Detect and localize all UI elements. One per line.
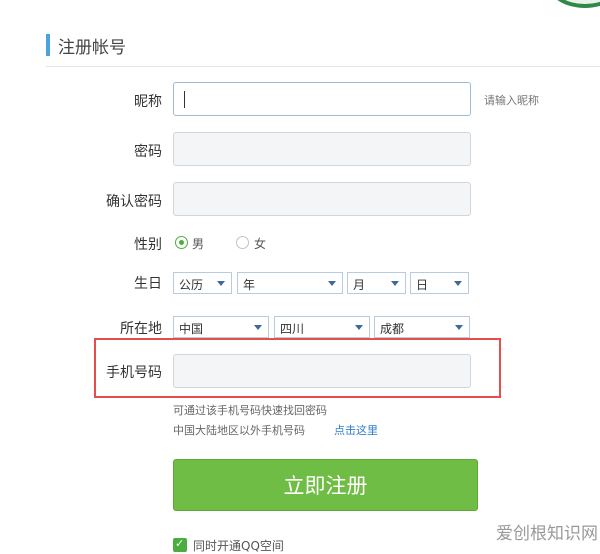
country-value: 中国 [179,322,204,336]
chevron-down-icon [217,281,225,286]
chevron-down-icon [355,325,363,330]
city-value: 成都 [380,322,405,336]
gender-label: 性别 [134,237,162,253]
day-value: 日 [416,278,429,292]
year-value: 年 [243,278,256,292]
chevron-down-icon [254,325,262,330]
country-select[interactable]: 中国 [173,316,269,338]
phone-foreign-text: 中国大陆地区以外手机号码 [173,424,305,437]
register-button[interactable]: 立即注册 [173,459,478,511]
chevron-down-icon [455,325,463,330]
province-value: 四川 [280,322,305,336]
year-select[interactable]: 年 [237,272,343,294]
gender-male-label: 男 [192,237,205,251]
foreign-phone-link[interactable]: 点击这里 [334,422,378,438]
logo-icon [548,0,600,8]
password-label: 密码 [134,144,162,160]
gender-male-radio[interactable] [175,236,188,249]
location-label: 所在地 [120,321,162,337]
qq-space-checkbox[interactable] [173,537,187,552]
month-select[interactable]: 月 [347,272,406,294]
nickname-input[interactable] [173,82,471,116]
watermark-text: 爱创根知识网 [496,524,598,544]
text-caret [184,91,185,108]
city-select[interactable]: 成都 [374,316,470,338]
gender-female-radio[interactable] [236,236,249,249]
calendar-type-value: 公历 [179,278,204,292]
confirm-password-label: 确认密码 [106,194,162,210]
gender-female-label: 女 [254,237,267,251]
page-title: 注册帐号 [58,38,126,58]
phone-help-text: 可通过该手机号码快速找回密码 [173,404,327,417]
title-accent-bar [46,34,50,56]
nickname-hint: 请输入昵称 [484,94,539,107]
phone-input[interactable] [173,354,471,388]
birthday-label: 生日 [134,276,162,292]
month-value: 月 [353,278,366,292]
phone-label: 手机号码 [106,365,162,381]
qq-space-label: 同时开通QQ空间 [193,539,284,553]
title-divider [46,66,600,67]
day-select[interactable]: 日 [410,272,469,294]
password-input[interactable] [173,132,471,166]
province-select[interactable]: 四川 [274,316,370,338]
calendar-type-select[interactable]: 公历 [173,272,232,294]
chevron-down-icon [454,281,462,286]
confirm-password-input[interactable] [173,182,471,216]
nickname-label: 昵称 [134,94,162,110]
chevron-down-icon [391,281,399,286]
chevron-down-icon [328,281,336,286]
